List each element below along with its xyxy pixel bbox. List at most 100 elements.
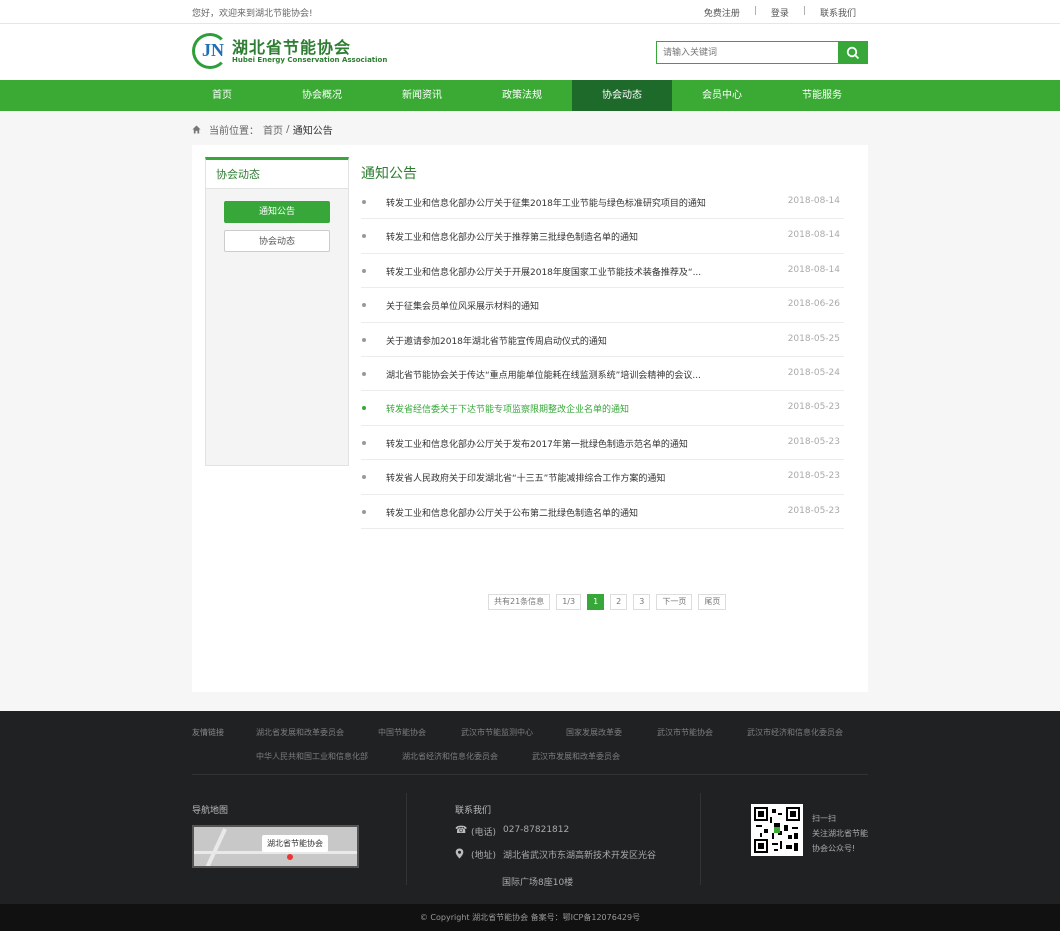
item-title[interactable]: 转发工业和信息化部办公厅关于推荐第三批绿色制造名单的通知 (386, 230, 638, 243)
item-date: 2018-05-23 (787, 471, 840, 482)
item-title[interactable]: 转发省经信委关于下达节能专项监察限期整改企业名单的通知 (386, 402, 629, 415)
list-item[interactable]: 转发省人民政府关于印发湖北省“十三五”节能减排综合工作方案的通知 2018-05-… (361, 460, 844, 495)
item-date: 2018-05-25 (787, 333, 840, 344)
register-link[interactable]: 免费注册 (704, 6, 740, 19)
breadcrumb-home[interactable]: 首页 (263, 122, 283, 137)
list-item[interactable]: 转发工业和信息化部办公厅关于发布2017年第一批绿色制造示范名单的通知 2018-… (361, 426, 844, 461)
item-title[interactable]: 转发省人民政府关于印发湖北省“十三五”节能减排综合工作方案的通知 (386, 471, 665, 484)
pager-last[interactable]: 尾页 (698, 594, 727, 610)
separator: | (753, 6, 757, 16)
friend-link[interactable]: 国家发展改革委 (566, 727, 622, 738)
bullet-icon (362, 337, 366, 342)
item-title[interactable]: 转发工业和信息化部办公厅关于发布2017年第一批绿色制造示范名单的通知 (386, 437, 688, 450)
copyright-text: © Copyright 湖北省节能协会 备案号：鄂ICP备12076429号 (419, 913, 641, 922)
main-nav: 首页 协会概况 新闻资讯 政策法规 协会动态 会员中心 节能服务 (0, 80, 1060, 111)
item-title[interactable]: 转发工业和信息化部办公厅关于开展2018年度国家工业节能技术装备推荐及“... (386, 265, 701, 278)
friend-link[interactable]: 中国节能协会 (378, 727, 426, 738)
list-item[interactable]: 转发工业和信息化部办公厅关于公布第二批绿色制造名单的通知 2018-05-23 (361, 495, 844, 529)
bullet-icon (362, 371, 366, 376)
item-title[interactable]: 转发工业和信息化部办公厅关于公布第二批绿色制造名单的通知 (386, 506, 638, 519)
friend-link[interactable]: 武汉市节能监测中心 (461, 727, 533, 738)
item-date: 2018-06-26 (787, 299, 840, 310)
search-button[interactable] (838, 41, 868, 64)
pager-next[interactable]: 下一页 (656, 594, 693, 610)
sidebar-item-notices[interactable]: 通知公告 (224, 201, 330, 223)
qr-code-icon (751, 804, 803, 856)
friend-link[interactable]: 武汉市节能协会 (657, 727, 713, 738)
top-bar: 您好，欢迎来到湖北节能协会! 免费注册 | 登录 | 联系我们 (0, 0, 1060, 24)
list-item[interactable]: 转发省经信委关于下达节能专项监察限期整改企业名单的通知 2018-05-23 (361, 391, 844, 426)
item-title[interactable]: 转发工业和信息化部办公厅关于征集2018年工业节能与绿色标准研究项目的通知 (386, 196, 706, 209)
list-item[interactable]: 转发工业和信息化部办公厅关于开展2018年度国家工业节能技术装备推荐及“... 2… (361, 254, 844, 289)
nav-item-news[interactable]: 新闻资讯 (372, 80, 472, 111)
friend-link[interactable]: 湖北省发展和改革委员会 (256, 727, 344, 738)
pagination: 共有21条信息 1/3 1 2 3 下一页 尾页 (488, 594, 732, 610)
search-icon (846, 46, 860, 59)
header: JN 湖北省节能协会 Hubei Energy Conservation Ass… (0, 24, 1060, 80)
map-road (205, 828, 227, 866)
item-date: 2018-05-24 (787, 367, 840, 378)
list-item[interactable]: 关于邀请参加2018年湖北省节能宣传周启动仪式的通知 2018-05-25 (361, 323, 844, 357)
nav-item-activities[interactable]: 协会动态 (572, 80, 672, 111)
bullet-icon (362, 440, 366, 445)
divider (192, 774, 868, 775)
nav-item-members[interactable]: 会员中心 (672, 80, 772, 111)
list-item[interactable]: 湖北省节能协会关于传达“重点用能单位能耗在线监测系统”培训会精神的会议... 20… (361, 357, 844, 392)
qr-caption-line: 关注湖北省节能 (812, 829, 868, 838)
map-label: 湖北省节能协会 (262, 835, 328, 852)
copyright-bar: © Copyright 湖北省节能协会 备案号：鄂ICP备12076429号 (0, 904, 1060, 931)
item-date: 2018-08-14 (787, 196, 840, 206)
bullet-icon (362, 200, 366, 204)
qr-caption-line: 协会公众号! (812, 844, 856, 853)
item-title[interactable]: 关于邀请参加2018年湖北省节能宣传周启动仪式的通知 (386, 334, 607, 347)
login-link[interactable]: 登录 (771, 6, 789, 19)
contact-link[interactable]: 联系我们 (820, 6, 856, 19)
nav-item-home[interactable]: 首页 (172, 80, 272, 111)
nav-item-services[interactable]: 节能服务 (772, 80, 872, 111)
bullet-icon (362, 406, 366, 411)
friend-link[interactable]: 武汉市发展和改革委员会 (532, 751, 620, 762)
item-date: 2018-08-14 (787, 264, 840, 275)
pager-page-2[interactable]: 2 (610, 594, 628, 610)
site-logo[interactable]: JN 湖北省节能协会 Hubei Energy Conservation Ass… (192, 33, 387, 69)
nav-item-overview[interactable]: 协会概况 (272, 80, 372, 111)
friend-link[interactable]: 湖北省经济和信息化委员会 (402, 751, 498, 762)
list-item[interactable]: 转发工业和信息化部办公厅关于推荐第三批绿色制造名单的通知 2018-08-14 (361, 219, 844, 254)
divider (700, 793, 701, 885)
item-title[interactable]: 湖北省节能协会关于传达“重点用能单位能耗在线监测系统”培训会精神的会议... (386, 368, 701, 381)
breadcrumb-current: 通知公告 (292, 126, 333, 137)
breadcrumb-prefix: 当前位置： (209, 126, 259, 137)
address-label: (地址) (471, 851, 497, 861)
pager-page-1[interactable]: 1 (587, 594, 605, 610)
search-input[interactable] (656, 41, 838, 64)
sidebar: 协会动态 通知公告 协会动态 (205, 157, 349, 466)
notice-list: 转发工业和信息化部办公厅关于征集2018年工业节能与绿色标准研究项目的通知 201… (361, 185, 844, 529)
item-date: 2018-05-23 (787, 436, 840, 447)
greeting-text: 您好，欢迎来到湖北节能协会! (192, 9, 313, 19)
nav-item-policy[interactable]: 政策法规 (472, 80, 572, 111)
list-item[interactable]: 转发工业和信息化部办公厅关于征集2018年工业节能与绿色标准研究项目的通知 201… (361, 185, 844, 220)
logo-subtitle: Hubei Energy Conservation Association (232, 56, 388, 64)
logo-mark-icon: JN (192, 33, 228, 69)
map-image[interactable]: 湖北省节能协会 (192, 825, 359, 868)
list-item[interactable]: 关于征集会员单位风采展示材料的通知 2018-06-26 (361, 288, 844, 323)
pager-page-of: 1/3 (556, 594, 582, 610)
logo-title: 湖北省节能协会 (232, 38, 352, 57)
divider (406, 793, 407, 885)
map-pin-icon (287, 854, 293, 860)
bullet-icon (362, 268, 366, 273)
item-title[interactable]: 关于征集会员单位风采展示材料的通知 (386, 299, 539, 312)
sidebar-item-activities[interactable]: 协会动态 (224, 230, 330, 252)
phone-number: 027-87821812 (503, 825, 570, 835)
friend-link[interactable]: 武汉市经济和信息化委员会 (747, 727, 843, 738)
content-panel: 协会动态 通知公告 协会动态 通知公告 转发工业和信息化部办公厅关于征集2018… (192, 145, 868, 692)
address-line-1: 湖北省武汉市东湖高新技术开发区光谷 (503, 851, 657, 861)
pager-page-3[interactable]: 3 (633, 594, 651, 610)
footer: 友情链接 湖北省发展和改革委员会 中国节能协会 武汉市节能监测中心 国家发展改革… (0, 711, 1060, 904)
item-date: 2018-08-14 (787, 230, 840, 241)
breadcrumb: 当前位置： 首页 / 通知公告 (0, 111, 1060, 144)
friend-link[interactable]: 中华人民共和国工业和信息化部 (256, 751, 368, 762)
search-box (656, 41, 868, 64)
phone-icon: ☎ (455, 825, 468, 836)
contact-title: 联系我们 (455, 806, 492, 816)
